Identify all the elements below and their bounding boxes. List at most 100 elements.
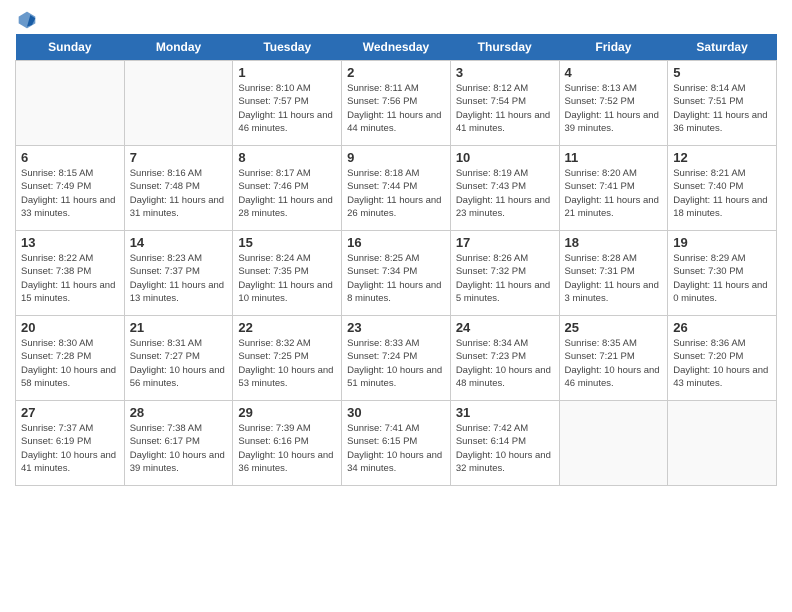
days-header-row: SundayMondayTuesdayWednesdayThursdayFrid… bbox=[16, 34, 777, 61]
day-info: Sunrise: 8:30 AM Sunset: 7:28 PM Dayligh… bbox=[21, 337, 119, 390]
calendar-cell: 20 Sunrise: 8:30 AM Sunset: 7:28 PM Dayli… bbox=[16, 316, 125, 401]
day-info: Sunrise: 8:17 AM Sunset: 7:46 PM Dayligh… bbox=[238, 167, 336, 220]
day-info: Sunrise: 8:33 AM Sunset: 7:24 PM Dayligh… bbox=[347, 337, 445, 390]
day-number: 13 bbox=[21, 235, 119, 250]
day-number: 29 bbox=[238, 405, 336, 420]
day-number: 14 bbox=[130, 235, 228, 250]
day-number: 2 bbox=[347, 65, 445, 80]
day-header-wednesday: Wednesday bbox=[342, 34, 451, 61]
week-row-5: 27 Sunrise: 7:37 AM Sunset: 6:19 PM Dayli… bbox=[16, 401, 777, 486]
day-info: Sunrise: 8:29 AM Sunset: 7:30 PM Dayligh… bbox=[673, 252, 771, 305]
calendar-cell: 1 Sunrise: 8:10 AM Sunset: 7:57 PM Daylig… bbox=[233, 61, 342, 146]
day-number: 31 bbox=[456, 405, 554, 420]
calendar-table: SundayMondayTuesdayWednesdayThursdayFrid… bbox=[15, 34, 777, 486]
day-header-saturday: Saturday bbox=[668, 34, 777, 61]
calendar-cell: 18 Sunrise: 8:28 AM Sunset: 7:31 PM Dayli… bbox=[559, 231, 668, 316]
calendar-cell bbox=[16, 61, 125, 146]
week-row-2: 6 Sunrise: 8:15 AM Sunset: 7:49 PM Daylig… bbox=[16, 146, 777, 231]
calendar-cell: 29 Sunrise: 7:39 AM Sunset: 6:16 PM Dayli… bbox=[233, 401, 342, 486]
calendar-cell: 15Sunrise: 8:24 AM Sunset: 7:35 PM Dayli… bbox=[233, 231, 342, 316]
day-number: 21 bbox=[130, 320, 228, 335]
day-header-monday: Monday bbox=[124, 34, 233, 61]
day-info: Sunrise: 8:28 AM Sunset: 7:31 PM Dayligh… bbox=[565, 252, 663, 305]
calendar-cell: 25 Sunrise: 8:35 AM Sunset: 7:21 PM Dayli… bbox=[559, 316, 668, 401]
calendar-cell: 26 Sunrise: 8:36 AM Sunset: 7:20 PM Dayli… bbox=[668, 316, 777, 401]
calendar-cell: 31 Sunrise: 7:42 AM Sunset: 6:14 PM Dayli… bbox=[450, 401, 559, 486]
day-info: Sunrise: 8:10 AM Sunset: 7:57 PM Dayligh… bbox=[238, 82, 336, 135]
calendar-cell bbox=[559, 401, 668, 486]
day-number: 25 bbox=[565, 320, 663, 335]
calendar-cell: 19 Sunrise: 8:29 AM Sunset: 7:30 PM Dayli… bbox=[668, 231, 777, 316]
calendar-cell: 30 Sunrise: 7:41 AM Sunset: 6:15 PM Dayli… bbox=[342, 401, 451, 486]
day-info: Sunrise: 8:16 AM Sunset: 7:48 PM Dayligh… bbox=[130, 167, 228, 220]
day-number: 18 bbox=[565, 235, 663, 250]
calendar-cell: 23 Sunrise: 8:33 AM Sunset: 7:24 PM Dayli… bbox=[342, 316, 451, 401]
day-number: 3 bbox=[456, 65, 554, 80]
calendar-cell bbox=[124, 61, 233, 146]
day-info: Sunrise: 8:34 AM Sunset: 7:23 PM Dayligh… bbox=[456, 337, 554, 390]
day-header-sunday: Sunday bbox=[16, 34, 125, 61]
day-number: 20 bbox=[21, 320, 119, 335]
day-info: Sunrise: 8:11 AM Sunset: 7:56 PM Dayligh… bbox=[347, 82, 445, 135]
day-number: 9 bbox=[347, 150, 445, 165]
calendar-cell: 17 Sunrise: 8:26 AM Sunset: 7:32 PM Dayli… bbox=[450, 231, 559, 316]
calendar-cell: 12 Sunrise: 8:21 AM Sunset: 7:40 PM Dayli… bbox=[668, 146, 777, 231]
day-info: Sunrise: 7:41 AM Sunset: 6:15 PM Dayligh… bbox=[347, 422, 445, 475]
day-info: Sunrise: 7:37 AM Sunset: 6:19 PM Dayligh… bbox=[21, 422, 119, 475]
calendar-cell bbox=[668, 401, 777, 486]
day-number: 16 bbox=[347, 235, 445, 250]
day-number: 26 bbox=[673, 320, 771, 335]
day-info: Sunrise: 8:14 AM Sunset: 7:51 PM Dayligh… bbox=[673, 82, 771, 135]
day-number: 28 bbox=[130, 405, 228, 420]
calendar-cell: 21 Sunrise: 8:31 AM Sunset: 7:27 PM Dayli… bbox=[124, 316, 233, 401]
logo-icon bbox=[17, 10, 37, 30]
day-number: 27 bbox=[21, 405, 119, 420]
day-info: Sunrise: 8:26 AM Sunset: 7:32 PM Dayligh… bbox=[456, 252, 554, 305]
day-number: 30 bbox=[347, 405, 445, 420]
day-info: Sunrise: 8:20 AM Sunset: 7:41 PM Dayligh… bbox=[565, 167, 663, 220]
calendar-cell: 3 Sunrise: 8:12 AM Sunset: 7:54 PM Daylig… bbox=[450, 61, 559, 146]
day-number: 19 bbox=[673, 235, 771, 250]
calendar-cell: 27 Sunrise: 7:37 AM Sunset: 6:19 PM Dayli… bbox=[16, 401, 125, 486]
calendar-cell: 9 Sunrise: 8:18 AM Sunset: 7:44 PM Daylig… bbox=[342, 146, 451, 231]
day-info: Sunrise: 8:23 AM Sunset: 7:37 PM Dayligh… bbox=[130, 252, 228, 305]
day-info: Sunrise: 8:35 AM Sunset: 7:21 PM Dayligh… bbox=[565, 337, 663, 390]
page-header bbox=[15, 10, 777, 30]
day-number: 5 bbox=[673, 65, 771, 80]
day-info: Sunrise: 7:39 AM Sunset: 6:16 PM Dayligh… bbox=[238, 422, 336, 475]
day-number: 11 bbox=[565, 150, 663, 165]
day-info: Sunrise: 8:22 AM Sunset: 7:38 PM Dayligh… bbox=[21, 252, 119, 305]
day-info: Sunrise: 8:12 AM Sunset: 7:54 PM Dayligh… bbox=[456, 82, 554, 135]
calendar-cell: 22Sunrise: 8:32 AM Sunset: 7:25 PM Dayli… bbox=[233, 316, 342, 401]
day-info: Sunrise: 7:42 AM Sunset: 6:14 PM Dayligh… bbox=[456, 422, 554, 475]
day-number: 1 bbox=[238, 65, 336, 80]
day-number: 6 bbox=[21, 150, 119, 165]
calendar-cell: 11 Sunrise: 8:20 AM Sunset: 7:41 PM Dayli… bbox=[559, 146, 668, 231]
day-info: Sunrise: 8:21 AM Sunset: 7:40 PM Dayligh… bbox=[673, 167, 771, 220]
week-row-4: 20 Sunrise: 8:30 AM Sunset: 7:28 PM Dayli… bbox=[16, 316, 777, 401]
calendar-cell: 13 Sunrise: 8:22 AM Sunset: 7:38 PM Dayli… bbox=[16, 231, 125, 316]
day-info: Sunrise: 8:19 AM Sunset: 7:43 PM Dayligh… bbox=[456, 167, 554, 220]
day-info: Sunrise: 7:38 AM Sunset: 6:17 PM Dayligh… bbox=[130, 422, 228, 475]
day-info: Sunrise: 8:36 AM Sunset: 7:20 PM Dayligh… bbox=[673, 337, 771, 390]
day-number: 23 bbox=[347, 320, 445, 335]
day-number: 7 bbox=[130, 150, 228, 165]
calendar-cell: 6 Sunrise: 8:15 AM Sunset: 7:49 PM Daylig… bbox=[16, 146, 125, 231]
day-info: Sunrise: 8:18 AM Sunset: 7:44 PM Dayligh… bbox=[347, 167, 445, 220]
day-info: Sunrise: 8:15 AM Sunset: 7:49 PM Dayligh… bbox=[21, 167, 119, 220]
calendar-cell: 7 Sunrise: 8:16 AM Sunset: 7:48 PM Daylig… bbox=[124, 146, 233, 231]
logo bbox=[15, 10, 37, 30]
calendar-cell: 8 Sunrise: 8:17 AM Sunset: 7:46 PM Daylig… bbox=[233, 146, 342, 231]
week-row-3: 13 Sunrise: 8:22 AM Sunset: 7:38 PM Dayli… bbox=[16, 231, 777, 316]
day-number: 12 bbox=[673, 150, 771, 165]
calendar-cell: 14 Sunrise: 8:23 AM Sunset: 7:37 PM Dayli… bbox=[124, 231, 233, 316]
day-number: 4 bbox=[565, 65, 663, 80]
day-number: 10 bbox=[456, 150, 554, 165]
calendar-cell: 28 Sunrise: 7:38 AM Sunset: 6:17 PM Dayli… bbox=[124, 401, 233, 486]
day-number: 17 bbox=[456, 235, 554, 250]
day-info: Sunrise: 8:31 AM Sunset: 7:27 PM Dayligh… bbox=[130, 337, 228, 390]
day-number: 22 bbox=[238, 320, 336, 335]
week-row-1: 1 Sunrise: 8:10 AM Sunset: 7:57 PM Daylig… bbox=[16, 61, 777, 146]
day-number: 8 bbox=[238, 150, 336, 165]
day-info: Sunrise: 8:24 AM Sunset: 7:35 PM Dayligh… bbox=[238, 252, 336, 305]
